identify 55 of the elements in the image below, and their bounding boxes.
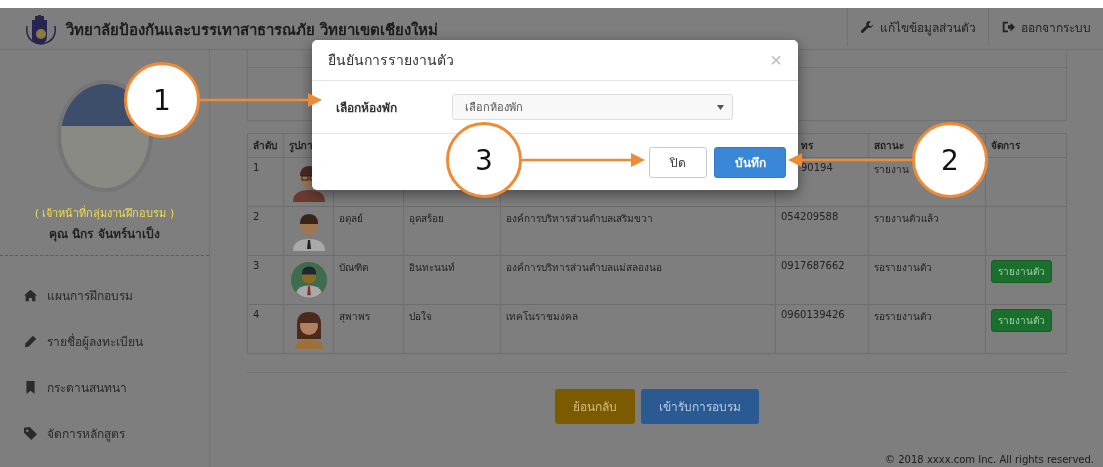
table-cell: องค์การบริหารส่วนตำบลแม่สลองนอ	[506, 262, 662, 273]
report-button[interactable]: รายงานตัว	[991, 309, 1052, 332]
table-cell: รายงานตัวแล้ว	[874, 213, 939, 224]
site-title: วิทยาลัยป้องกันและบรรเทาสาธารณภัย วิทยาเขตเชียงใหม่	[66, 20, 440, 41]
room-dropdown[interactable]: เลือกห้องพัก	[452, 94, 733, 120]
field-label: เลือกห้องพัก	[336, 99, 398, 117]
table-cell: ปอใจ	[409, 311, 432, 322]
modal-title: ยืนยันการรายงานตัว	[328, 51, 455, 70]
report-button[interactable]: รายงานตัว	[991, 260, 1052, 283]
table-cell: 4	[247, 304, 284, 354]
column-header: ลำดับ	[253, 140, 277, 151]
avatar-icon	[290, 211, 327, 251]
table-cell: 3	[247, 255, 284, 305]
column-header: สถานะ	[874, 140, 904, 151]
caret-icon	[717, 104, 724, 110]
wrench-icon	[860, 20, 874, 34]
table-cell: องค์การบริหารส่วนตำบลเสริมขวา	[506, 213, 653, 224]
back-button[interactable]: ย้อนกลับ	[555, 389, 635, 424]
sign-out-icon	[1001, 20, 1015, 34]
table-cell: อดุลย์	[339, 213, 363, 224]
home-icon	[24, 289, 37, 302]
column-header: รูปภา	[289, 140, 313, 151]
save-button[interactable]: บันทึก	[714, 146, 786, 178]
table-cell: อินทะนนท์	[409, 262, 455, 273]
column-header: ทร	[801, 140, 813, 151]
bookmark-icon	[24, 381, 37, 394]
hand-emblem-icon	[24, 12, 58, 48]
user-name: คุณ นิกร จันทร์นาเป็ง	[49, 225, 160, 243]
table-cell: 054209588	[781, 211, 839, 222]
sidebar-item[interactable]: กระดานสนทนา	[24, 378, 209, 397]
table-cell: บัณฑิต	[339, 262, 368, 273]
nav-link[interactable]: ออกจากระบบ	[988, 8, 1103, 46]
enroll-button[interactable]: เข้ารับการอบรม	[641, 389, 759, 424]
table-cell: อุดสร้อย	[409, 213, 444, 224]
copyright-text: © 2018 xxxx.com Inc. All rights reserved.	[885, 454, 1094, 465]
avatar-icon	[290, 260, 327, 300]
table-cell: 0960139426	[781, 309, 845, 320]
user-role: ( เจ้าหน้าที่กลุ่มงานฝึกอบรม )	[34, 204, 175, 222]
table-cell: รายงาน	[874, 164, 909, 175]
sidebar-item[interactable]: แผนการฝึกอบรม	[24, 286, 209, 305]
table-cell: สุพาพร	[339, 311, 370, 322]
tag-icon	[24, 427, 37, 440]
cancel-button[interactable]: ปิด	[649, 146, 707, 178]
table-cell: 90194	[801, 162, 833, 173]
sidebar-item[interactable]: จัดการหลักสูตร	[24, 424, 209, 443]
table-cell: 2	[247, 206, 284, 256]
nav-link[interactable]: แก้ไขข้อมูลส่วนตัว	[847, 8, 988, 46]
table-cell: รอรายงานตัว	[874, 262, 932, 273]
table-cell: รอรายงานตัว	[874, 311, 932, 322]
sidebar-item[interactable]: รายชื่อผู้ลงทะเบียน	[24, 332, 209, 351]
pencil-icon	[24, 335, 37, 348]
table-cell: 0917687662	[781, 260, 845, 271]
table-cell: เทคโนราชมงคล	[506, 311, 578, 322]
table-cell: 1	[247, 157, 284, 207]
column-header: จัดการ	[991, 140, 1020, 151]
